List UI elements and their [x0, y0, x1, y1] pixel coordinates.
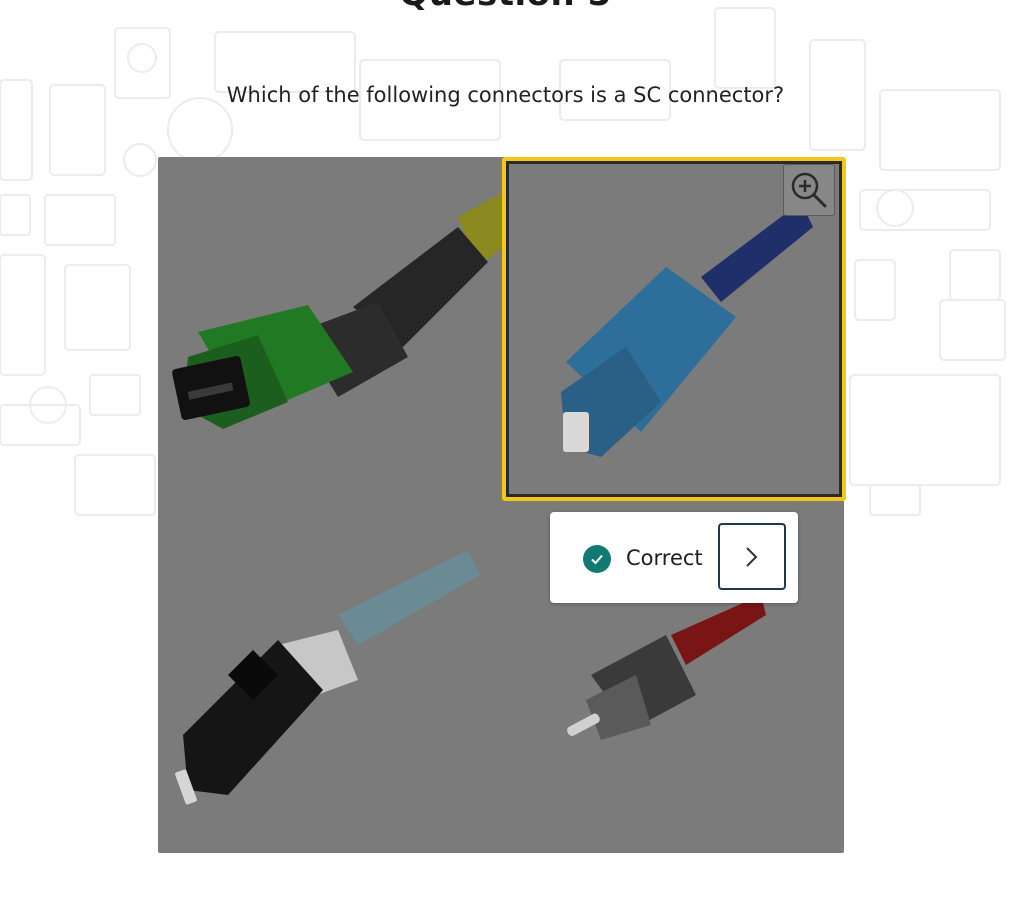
mpo-connector-image	[172, 193, 501, 429]
zoom-button[interactable]	[783, 164, 835, 216]
option-mpo-connector[interactable]	[158, 157, 501, 505]
option-lc-connector[interactable]	[158, 505, 501, 853]
lc-connector-image	[175, 550, 480, 805]
question-text: Which of the following connectors is a S…	[226, 83, 785, 107]
feedback-status-label: Correct	[626, 546, 703, 570]
next-question-button[interactable]	[718, 523, 786, 590]
zoom-in-icon	[791, 172, 827, 208]
answer-feedback-card: Correct	[550, 512, 798, 603]
chevron-right-icon	[746, 546, 758, 567]
check-circle-icon	[583, 545, 611, 573]
question-heading: Question 5	[0, 0, 1011, 14]
answer-image-grid	[158, 157, 846, 853]
